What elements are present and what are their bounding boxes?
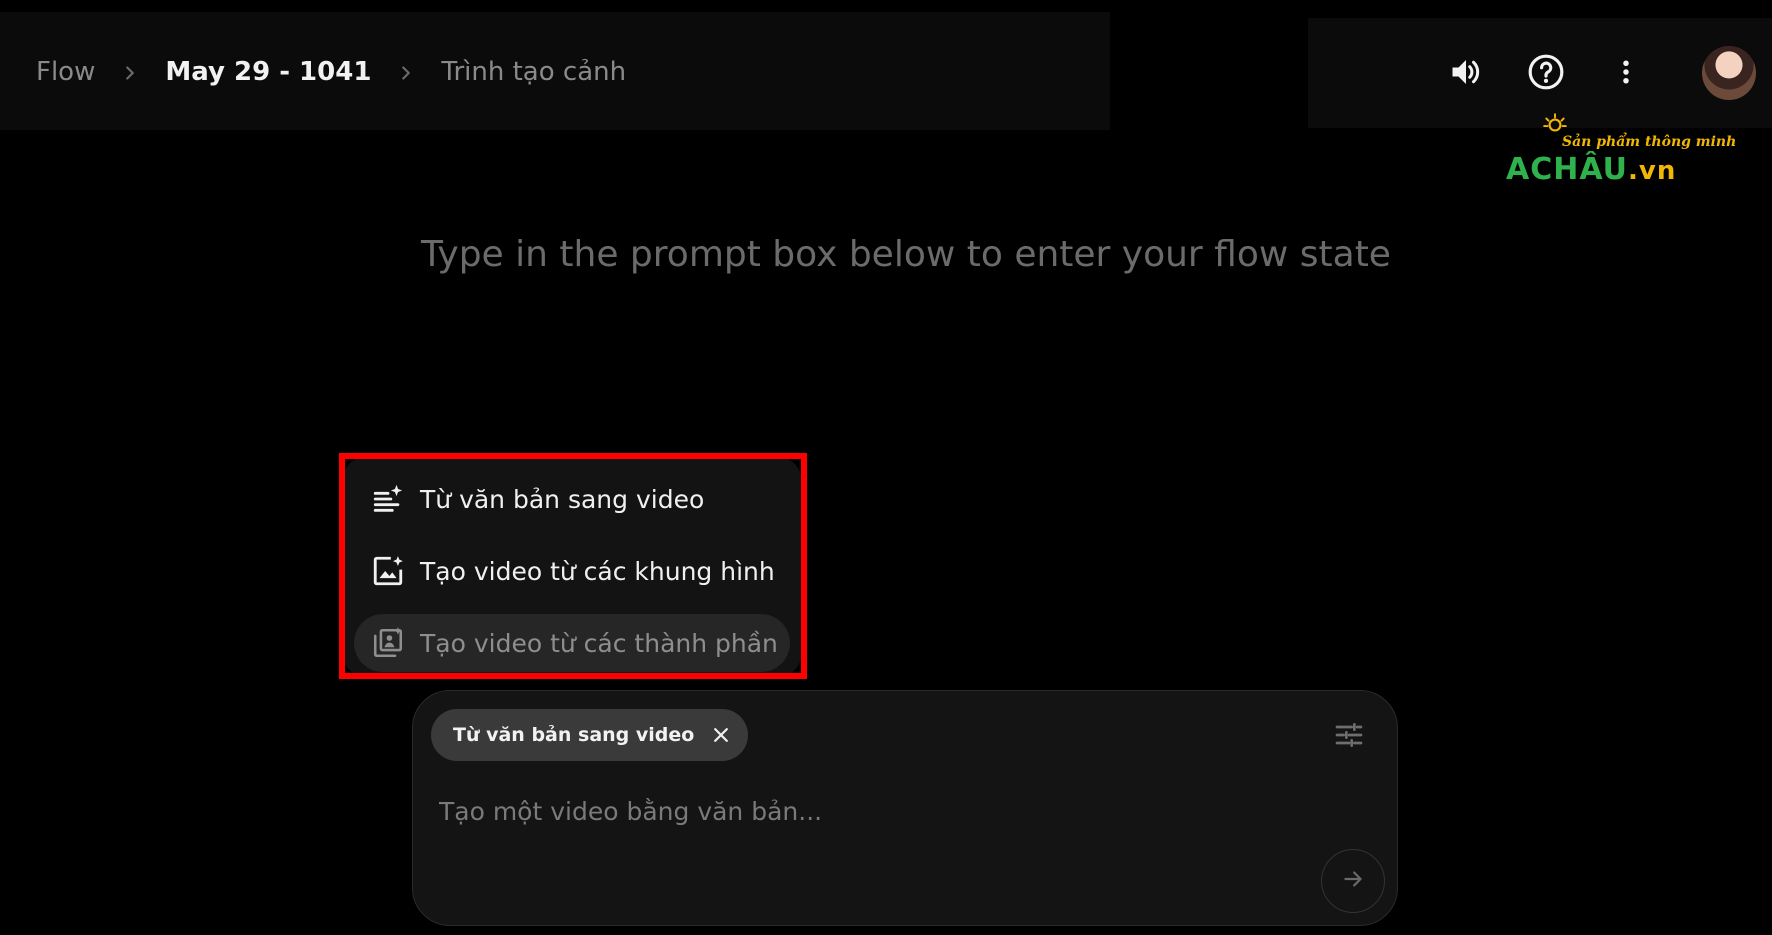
- watermark-domain: .vn: [1628, 156, 1677, 186]
- breadcrumb-item-project[interactable]: May 29 - 1041: [165, 57, 371, 87]
- watermark-tagline: Sản phẩm thông minh: [1562, 134, 1737, 150]
- page-headline: Type in the prompt box below to enter yo…: [421, 234, 1391, 275]
- breadcrumb: Flow May 29 - 1041 Trình tạo cảnh: [36, 52, 626, 92]
- chevron-right-icon: [371, 57, 441, 87]
- page: Flow May 29 - 1041 Trình tạo cảnh Sản ph…: [0, 0, 1772, 935]
- help-icon: [1527, 53, 1565, 91]
- volume-icon: [1448, 54, 1484, 90]
- menu-item-ingredients-to-video[interactable]: Tạo video từ các thành phần: [354, 614, 790, 672]
- mode-chip-label: Từ văn bản sang video: [453, 724, 695, 746]
- chevron-right-icon: [95, 57, 165, 87]
- volume-button[interactable]: [1440, 46, 1492, 98]
- menu-item-label: Tạo video từ các thành phần: [420, 628, 778, 658]
- watermark-brand: ACHÂU.vn: [1506, 152, 1676, 187]
- watermark-brand-name: ACHÂU: [1506, 152, 1628, 187]
- breadcrumb-item-flow[interactable]: Flow: [36, 57, 95, 87]
- tune-icon: [1333, 719, 1365, 755]
- send-button[interactable]: [1321, 849, 1385, 913]
- menu-item-text-to-video[interactable]: Từ văn bản sang video: [354, 470, 790, 528]
- ingredients-icon: [370, 625, 406, 661]
- menu-item-label: Tạo video từ các khung hình: [420, 556, 775, 586]
- avatar[interactable]: [1702, 46, 1756, 100]
- watermark-logo: Sản phẩm thông minh ACHÂU.vn: [1506, 112, 1736, 187]
- menu-item-frames-to-video[interactable]: Tạo video từ các khung hình: [354, 542, 790, 600]
- mode-menu: Từ văn bản sang video Tạo video từ các k…: [342, 456, 802, 678]
- arrow-right-icon: [1340, 866, 1366, 896]
- prompt-box: Từ văn bản sang video: [412, 690, 1398, 926]
- settings-button[interactable]: [1331, 719, 1367, 755]
- text-sparkle-icon: [370, 481, 406, 517]
- more-vert-icon: [1611, 54, 1641, 90]
- menu-item-label: Từ văn bản sang video: [420, 484, 705, 514]
- help-button[interactable]: [1520, 46, 1572, 98]
- more-options-button[interactable]: [1600, 46, 1652, 98]
- image-sparkle-icon: [370, 553, 406, 589]
- breadcrumb-item-scene-builder[interactable]: Trình tạo cảnh: [441, 57, 626, 87]
- close-icon[interactable]: [710, 724, 732, 746]
- mode-chip[interactable]: Từ văn bản sang video: [431, 709, 749, 761]
- prompt-input[interactable]: [437, 785, 1341, 837]
